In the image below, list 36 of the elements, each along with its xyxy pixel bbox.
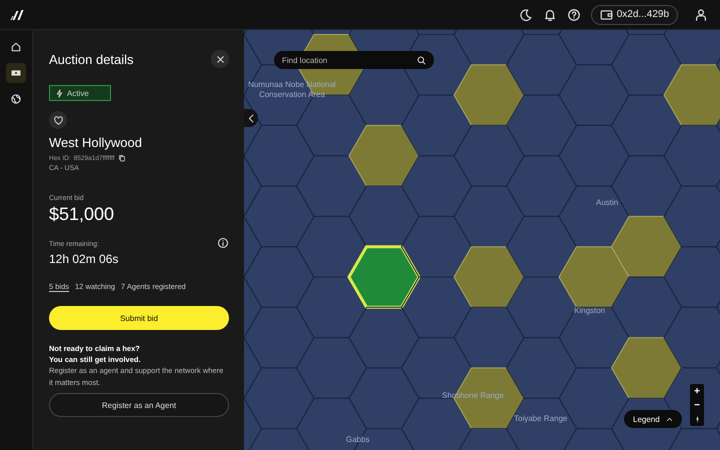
- moon-icon[interactable]: [518, 8, 533, 22]
- location-name: West Hollywood: [49, 135, 142, 150]
- favorite-button[interactable]: [49, 111, 67, 129]
- map-place-label: Kingston: [574, 306, 606, 316]
- nav-ticket-button[interactable]: [6, 63, 26, 83]
- user-icon[interactable]: [694, 8, 708, 22]
- lightning-icon: [55, 88, 64, 98]
- close-button[interactable]: [211, 50, 229, 68]
- collapse-panel-button[interactable]: [244, 109, 258, 127]
- wallet-icon: [600, 8, 613, 20]
- logo-icon: [9, 8, 26, 20]
- search-field[interactable]: Find location: [274, 51, 434, 69]
- time-remaining-value: 12h 02m 06s: [49, 252, 118, 266]
- panel-title: Auction details: [49, 52, 134, 66]
- heart-icon: [52, 114, 64, 126]
- map-place-label: Shoshone Range: [442, 391, 504, 401]
- zoom-out-button[interactable]: −: [690, 398, 704, 412]
- map-place-label: Numunaa Nobe National Conservation Area: [247, 80, 337, 100]
- map-place-label: Gabbs: [346, 435, 370, 445]
- register-agent-button[interactable]: Register as an Agent: [49, 393, 229, 417]
- map-place-label: Austin: [596, 198, 618, 208]
- bell-icon[interactable]: [542, 8, 557, 22]
- info-icon[interactable]: [217, 237, 229, 249]
- search-icon: [416, 55, 427, 66]
- current-bid-value: $51,000: [49, 204, 114, 225]
- copy-icon[interactable]: [118, 154, 126, 162]
- close-icon: [214, 54, 226, 64]
- map-place-label: Toiyabe Range: [514, 414, 568, 424]
- zoom-in-button[interactable]: +: [690, 384, 704, 398]
- status-label: Active: [67, 88, 89, 98]
- wallet-button[interactable]: 0x2d...429b: [590, 4, 678, 24]
- help-icon[interactable]: [566, 8, 581, 22]
- home-icon: [10, 41, 22, 53]
- submit-bid-button[interactable]: Submit bid: [49, 306, 229, 330]
- legend-button[interactable]: Legend: [624, 410, 682, 428]
- globe-icon: [10, 93, 22, 105]
